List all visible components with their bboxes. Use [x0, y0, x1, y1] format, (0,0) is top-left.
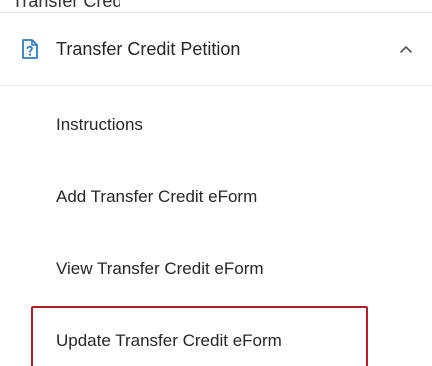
menu-item-add-transfer-credit-eform[interactable]: Add Transfer Credit eForm — [0, 175, 432, 219]
section-title: Transfer Credit Petition — [56, 39, 241, 59]
previous-section-label: Transfer Credit Petition — [12, 0, 120, 11]
section-header-transfer-credit-petition[interactable]: Transfer Credit Petition — [0, 13, 432, 85]
menu-item-view-transfer-credit-eform[interactable]: View Transfer Credit eForm — [0, 247, 432, 291]
menu-item-label: View Transfer Credit eForm — [56, 259, 264, 278]
chevron-up-icon[interactable] — [398, 43, 414, 55]
navigation-menu: Transfer Credit Petition Transfer Credit… — [0, 0, 432, 366]
menu-item-label: Update Transfer Credit eForm — [56, 331, 282, 350]
menu-item-instructions[interactable]: Instructions — [0, 103, 432, 147]
document-question-icon — [22, 39, 38, 59]
menu-item-label: Instructions — [56, 115, 143, 134]
menu-item-update-transfer-credit-eform[interactable]: Update Transfer Credit eForm — [0, 319, 432, 363]
menu-item-label: Add Transfer Credit eForm — [56, 187, 258, 206]
divider — [0, 85, 432, 86]
